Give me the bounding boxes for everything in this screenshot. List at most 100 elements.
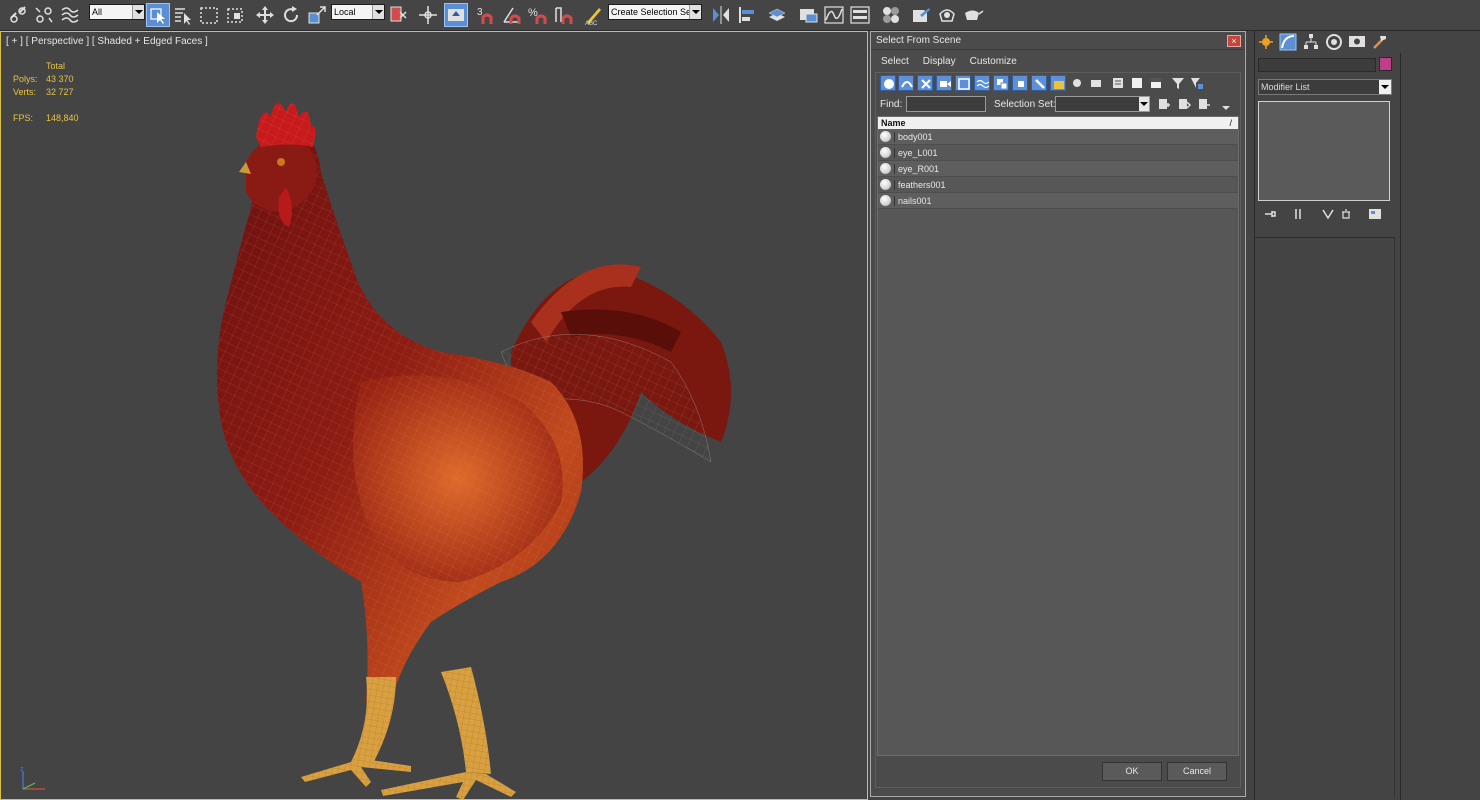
select-and-link-icon[interactable] [6,3,30,27]
layer-explorer-icon[interactable] [765,3,789,27]
expand-options-icon[interactable] [1218,100,1234,116]
stats-header: Total [46,61,66,71]
percent-snap-toggle-icon[interactable]: % [526,3,550,27]
align-icon[interactable] [735,3,759,27]
curve-editor-icon[interactable] [822,3,846,27]
use-pivot-center-icon[interactable] [387,3,411,27]
object-name: eye_L001 [894,147,938,158]
select-and-rotate-icon[interactable] [279,3,303,27]
filter-icon[interactable] [1170,75,1186,91]
modifier-list-dropdown[interactable]: Modifier List [1258,79,1392,95]
select-and-scale-icon[interactable] [305,3,329,27]
spinner-snap-toggle-icon[interactable] [552,3,576,27]
object-state-icon [880,179,891,190]
dialog-title: Select From Scene [876,35,962,46]
bind-to-space-warp-icon[interactable] [58,3,82,27]
keyboard-shortcut-override-icon[interactable] [444,3,468,27]
angle-snap-toggle-icon[interactable] [500,3,524,27]
add-to-selection-set-icon[interactable] [1176,96,1192,112]
list-item[interactable]: eye_R001 [878,161,1238,177]
display-cameras-icon[interactable] [936,75,952,91]
create-selection-set-icon[interactable] [1156,96,1172,112]
window-crossing-icon[interactable] [223,3,247,27]
modifier-list-label: Modifier List [1261,82,1310,92]
show-end-result-icon[interactable] [1291,207,1307,223]
list-item[interactable]: body001 [878,129,1238,145]
dialog-content: Find: Selection Set: Name / body001 eye_… [875,72,1241,788]
unlink-selection-icon[interactable] [32,3,56,27]
edit-named-selection-sets-icon[interactable]: ABC [582,3,606,27]
select-by-name-icon[interactable] [171,3,195,27]
display-all-icon[interactable] [1110,75,1126,91]
modifier-stack[interactable] [1258,101,1390,201]
dialog-title-bar[interactable]: Select From Scene × [871,32,1245,50]
list-item[interactable]: nails001 [878,193,1238,209]
configure-modifier-sets-icon[interactable] [1368,207,1384,223]
utilities-icon[interactable] [1371,33,1391,53]
reference-coordinate-dropdown[interactable]: Local [331,4,385,20]
remove-modifier-icon[interactable] [1339,207,1355,223]
menu-customize[interactable]: Customize [970,56,1017,67]
display-helpers-icon[interactable] [955,75,971,91]
menu-select[interactable]: Select [881,56,909,67]
display-hidden-icon[interactable] [1088,75,1104,91]
object-state-icon [880,147,891,158]
select-object-icon[interactable] [146,3,170,27]
display-space-warps-icon[interactable] [974,75,990,91]
select-and-move-icon[interactable] [253,3,277,27]
object-color-swatch[interactable] [1379,57,1392,71]
name-column-header[interactable]: Name / [878,117,1238,129]
filter-options-icon[interactable] [1189,75,1205,91]
command-panel: Modifier List [1254,31,1400,800]
cancel-button[interactable]: Cancel [1167,762,1227,781]
schematic-view-icon[interactable] [848,3,872,27]
object-state-icon [880,131,891,142]
list-item[interactable]: eye_L001 [878,145,1238,161]
menu-display[interactable]: Display [923,56,956,67]
select-and-manipulate-icon[interactable] [416,3,440,27]
close-icon[interactable]: × [1227,35,1241,47]
create-icon[interactable] [1257,33,1277,53]
hierarchy-icon[interactable] [1302,33,1322,53]
motion-icon[interactable] [1325,33,1345,53]
selection-filter-dropdown[interactable]: All [89,4,145,20]
name-column-label: Name [881,118,906,128]
right-panel-strip [1400,53,1480,800]
display-xrefs-icon[interactable] [1012,75,1028,91]
find-input[interactable] [906,96,986,112]
display-geometry-icon[interactable] [880,75,896,91]
material-editor-icon[interactable] [879,3,903,27]
display-groups-icon[interactable] [993,75,1009,91]
snaps-toggle-icon[interactable]: 3 [474,3,498,27]
rendered-frame-window-icon[interactable] [935,3,959,27]
rectangular-selection-region-icon[interactable] [197,3,221,27]
list-item[interactable]: feathers001 [878,177,1238,193]
named-selection-set-dropdown[interactable]: Create Selection Se [608,4,702,20]
display-containers-icon[interactable] [1050,75,1066,91]
display-lights-icon[interactable] [917,75,933,91]
display-icon[interactable] [1348,33,1368,53]
make-unique-icon[interactable] [1321,207,1337,223]
perspective-viewport[interactable]: [ + ] [ Perspective ] [ Shaded + Edged F… [0,31,868,800]
display-bones-icon[interactable] [1031,75,1047,91]
display-invert-icon[interactable] [1148,75,1164,91]
toggle-ribbon-icon[interactable] [796,3,820,27]
object-name-field[interactable] [1258,58,1376,72]
remove-from-selection-set-icon[interactable] [1196,96,1212,112]
object-name: body001 [894,131,933,142]
pin-stack-icon[interactable] [1263,207,1279,223]
modify-icon[interactable] [1279,33,1299,53]
display-frozen-icon[interactable] [1069,75,1085,91]
svg-text:z: z [20,766,24,773]
viewport-label[interactable]: [ + ] [ Perspective ] [ Shaded + Edged F… [6,36,208,47]
display-none-icon[interactable] [1129,75,1145,91]
mirror-icon[interactable] [709,3,733,27]
polys-label: Polys: [13,74,38,84]
render-setup-icon[interactable] [909,3,933,27]
render-production-icon[interactable] [961,3,985,27]
ok-button[interactable]: OK [1102,762,1162,781]
display-shapes-icon[interactable] [898,75,914,91]
selection-set-dropdown[interactable] [1055,96,1150,112]
rooster-model[interactable] [201,62,761,800]
reference-coordinate-value: Local [334,7,356,17]
